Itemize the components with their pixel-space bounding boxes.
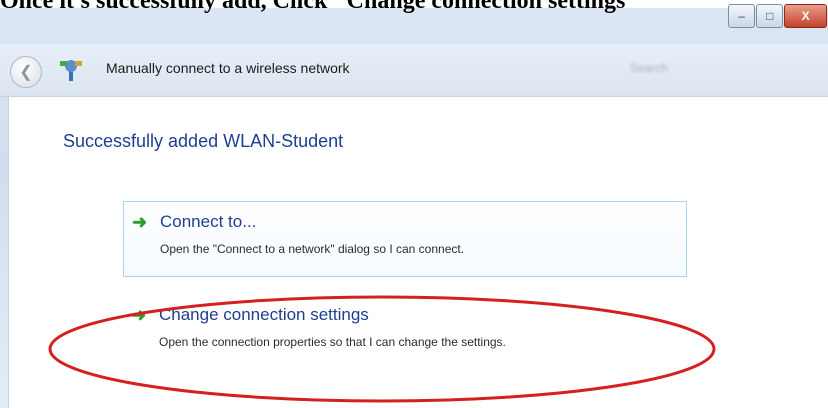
close-icon: X [801, 9, 810, 23]
page-heading: Successfully added WLAN-Student [63, 131, 344, 151]
option-description: Open the "Connect to a network" dialog s… [160, 242, 465, 256]
window-controls: – □ X [728, 4, 828, 30]
tutorial-caption: Once it's successfully add, Click "Chang… [0, 0, 828, 16]
wireless-network-icon [60, 60, 82, 81]
caption-text: Once it's successfully add, Click "Chang… [0, 0, 639, 14]
minimize-button[interactable]: – [728, 4, 756, 28]
maximize-button[interactable]: □ [756, 4, 784, 28]
dialog-title: Manually connect to a wireless network [106, 60, 350, 76]
highlight-ellipse [48, 295, 716, 403]
close-button[interactable]: X [784, 4, 827, 28]
search-box[interactable]: Search [630, 54, 750, 82]
maximize-icon: □ [766, 9, 774, 23]
navigation-bar: ❮ Manually connect to a wireless network… [0, 44, 828, 97]
back-arrow-icon: ❮ [19, 64, 33, 81]
minimize-icon: – [738, 9, 745, 23]
back-button[interactable]: ❮ [10, 56, 42, 88]
connect-to-option[interactable]: ➜ Connect to... Open the "Connect to a n… [123, 201, 687, 277]
green-arrow-icon: ➜ [132, 212, 148, 232]
option-title: Connect to... [160, 212, 257, 231]
